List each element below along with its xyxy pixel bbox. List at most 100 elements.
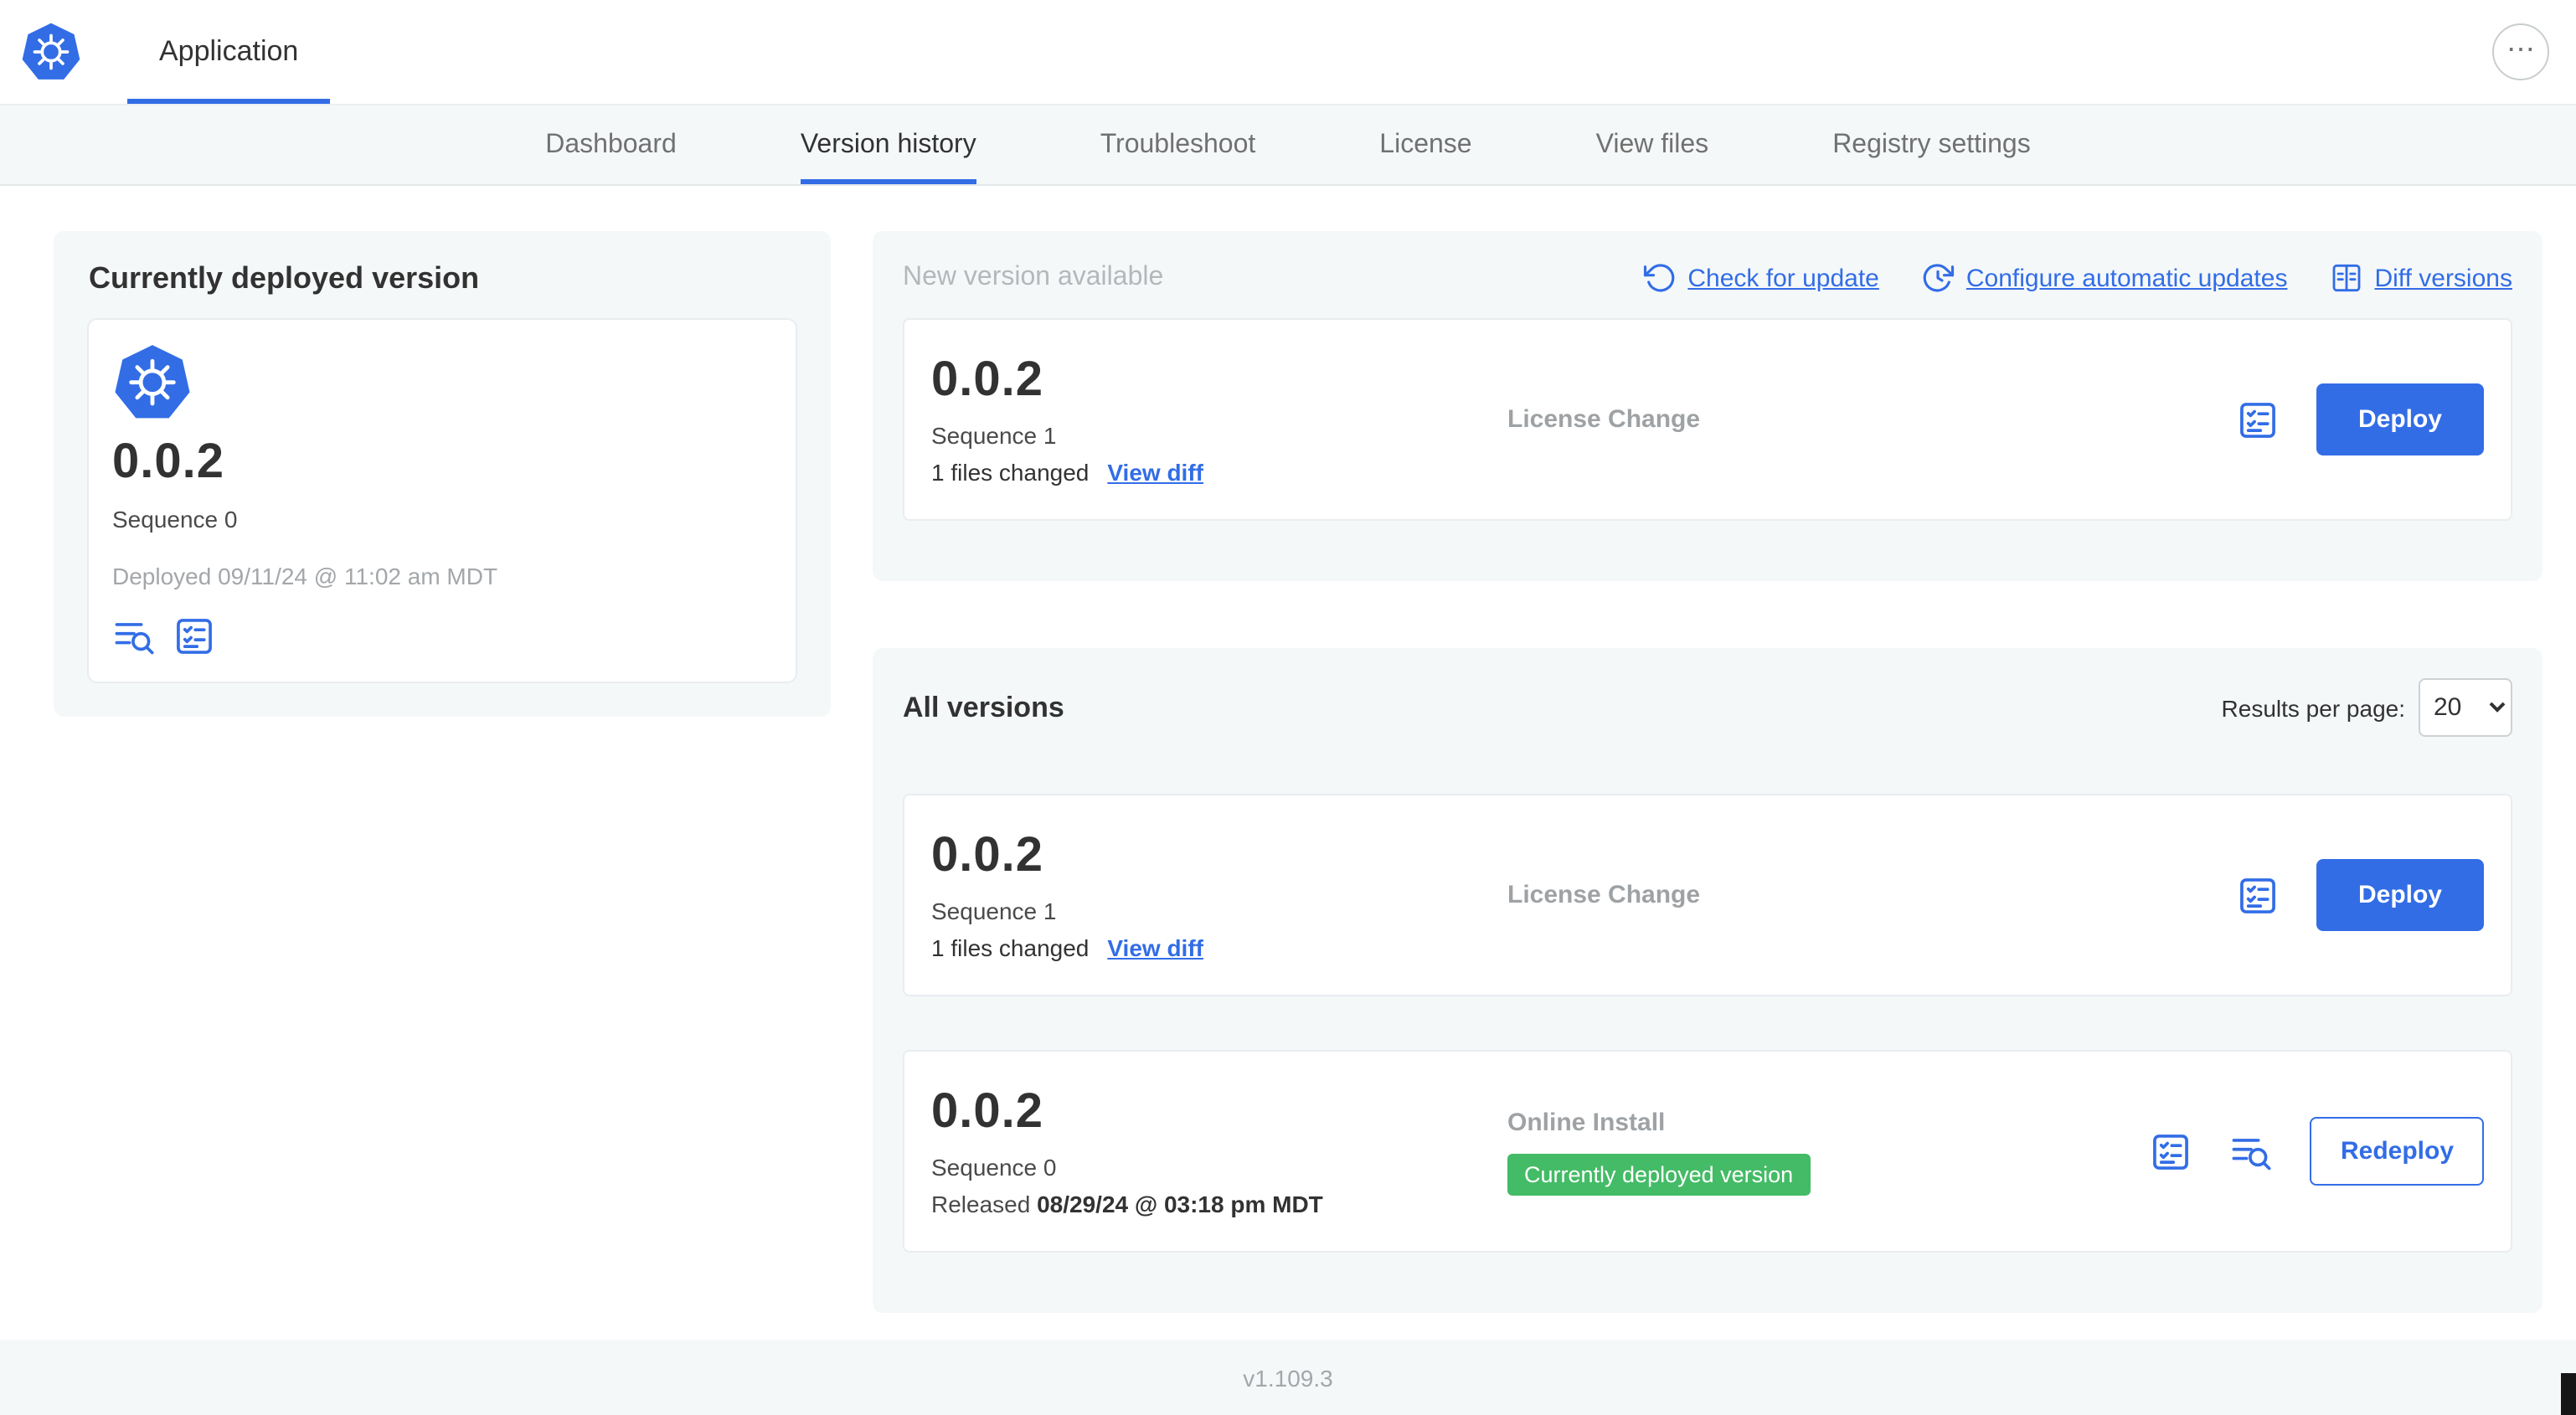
scrollbar-thumb[interactable] [2561, 1373, 2576, 1415]
all-versions-panel: All versions Results per page: 20 0.0.2 … [873, 648, 2543, 1313]
overflow-menu-button[interactable]: ⋯ [2492, 23, 2549, 80]
refresh-ccw-icon [1642, 261, 1676, 295]
released-timestamp: Released 08/29/24 @ 03:18 pm MDT [931, 1191, 1507, 1217]
released-prefix: Released [931, 1191, 1031, 1217]
redeploy-button[interactable]: Redeploy [2310, 1117, 2484, 1186]
version-meta: License Change [1507, 881, 2236, 909]
version-meta: License Change [1507, 405, 2236, 434]
release-notes-button[interactable] [2230, 1129, 2274, 1173]
version-type-label: License Change [1507, 405, 1701, 434]
version-number: 0.0.2 [931, 1085, 1043, 1139]
preflight-checklist-icon [2150, 1129, 2193, 1173]
page: Application ⋯ Dashboard Version history … [0, 0, 2576, 1415]
version-list: 0.0.2 Sequence 1 1 files changed View di… [903, 770, 2512, 1253]
kubernetes-logo-icon [112, 343, 193, 424]
all-versions-head: All versions Results per page: 20 [903, 678, 2512, 737]
current-sequence-label: Sequence 0 [112, 506, 238, 533]
sequence-label: Sequence 0 [931, 1154, 1057, 1181]
preflight-checks-button[interactable] [2236, 398, 2280, 441]
version-actions: Deploy [2236, 383, 2484, 455]
configure-automatic-updates-link[interactable]: Configure automatic updates [1921, 261, 2288, 295]
all-versions-title: All versions [903, 691, 1064, 723]
files-changed-row: 1 files changed View diff [931, 459, 1507, 486]
version-number: 0.0.2 [931, 353, 1043, 407]
preflight-checks-button[interactable] [2150, 1129, 2193, 1173]
deployed-timestamp: Deployed 09/11/24 @ 11:02 am MDT [112, 563, 498, 589]
version-info: 0.0.2 Sequence 0 Released 08/29/24 @ 03:… [931, 1085, 1507, 1217]
tab-version-history-label: Version history [800, 130, 976, 158]
tab-dashboard-label: Dashboard [545, 130, 677, 158]
new-version-panel-head: New version available Check for update C… [903, 261, 2512, 295]
new-version-title: New version available [903, 263, 1164, 291]
left-column: Currently deployed version 0.0.2 Sequenc… [54, 231, 831, 717]
kubernetes-logo-icon [20, 21, 82, 83]
version-row: 0.0.2 Sequence 0 Released 08/29/24 @ 03:… [903, 1050, 2512, 1253]
sequence-label: Sequence 1 [931, 422, 1057, 449]
tab-troubleshoot[interactable]: Troubleshoot [1100, 105, 1256, 184]
diff-icon [2329, 261, 2362, 295]
app-tab[interactable]: Application [127, 0, 331, 104]
files-changed-row: 1 files changed View diff [931, 934, 1507, 961]
tab-license[interactable]: License [1379, 105, 1471, 184]
version-row: 0.0.2 Sequence 1 1 files changed View di… [903, 794, 2512, 996]
top-bar: Application ⋯ [0, 0, 2576, 105]
diff-versions-link[interactable]: Diff versions [2329, 261, 2512, 295]
current-version-number: 0.0.2 [112, 435, 224, 489]
release-notes-icon [112, 615, 156, 658]
diff-versions-label: Diff versions [2374, 264, 2512, 292]
version-type-label: License Change [1507, 881, 1701, 909]
sequence-label: Sequence 1 [931, 898, 1057, 924]
footer: v1.109.3 [0, 1340, 2576, 1415]
release-notes-icon [2230, 1129, 2274, 1173]
check-for-update-label: Check for update [1687, 264, 1879, 292]
check-for-update-link[interactable]: Check for update [1642, 261, 1879, 295]
app-subnav: Dashboard Version history Troubleshoot L… [0, 105, 2576, 186]
update-actions: Check for update Configure automatic upd… [1642, 261, 2512, 295]
results-per-page-select[interactable]: 20 [2419, 678, 2512, 737]
version-meta: Online Install Currently deployed versio… [1507, 1108, 2150, 1195]
tab-view-files[interactable]: View files [1596, 105, 1709, 184]
tab-registry-settings[interactable]: Registry settings [1832, 105, 2031, 184]
version-type-label: Online Install [1507, 1108, 1666, 1136]
app-tab-label: Application [159, 35, 299, 67]
version-actions: Deploy [2236, 859, 2484, 931]
new-version-card: 0.0.2 Sequence 1 1 files changed View di… [903, 318, 2512, 521]
deploy-button[interactable]: Deploy [2316, 383, 2484, 455]
files-changed-label: 1 files changed [931, 934, 1090, 961]
tab-license-label: License [1379, 130, 1472, 158]
ellipsis-icon: ⋯ [2506, 33, 2535, 64]
new-version-panel: New version available Check for update C… [873, 231, 2543, 581]
preflight-checklist-icon [173, 615, 216, 658]
version-number: 0.0.2 [931, 829, 1043, 882]
tab-dashboard[interactable]: Dashboard [545, 105, 677, 184]
version-actions: Redeploy [2150, 1117, 2484, 1186]
app-logo [20, 0, 82, 104]
right-column: New version available Check for update C… [873, 231, 2543, 1313]
preflight-checks-button[interactable] [173, 615, 216, 658]
release-notes-button[interactable] [112, 615, 156, 658]
main-content: Currently deployed version 0.0.2 Sequenc… [0, 186, 2576, 1340]
preflight-checklist-icon [2236, 398, 2280, 441]
results-per-page-label: Results per page: [2221, 694, 2405, 721]
tab-registry-settings-label: Registry settings [1832, 130, 2031, 158]
current-version-card: 0.0.2 Sequence 0 Deployed 09/11/24 @ 11:… [87, 318, 797, 683]
version-info: 0.0.2 Sequence 1 1 files changed View di… [931, 829, 1507, 961]
view-diff-link[interactable]: View diff [1107, 934, 1203, 961]
clock-refresh-icon [1921, 261, 1955, 295]
currently-deployed-panel: Currently deployed version 0.0.2 Sequenc… [54, 231, 831, 717]
configure-automatic-updates-label: Configure automatic updates [1965, 264, 2288, 292]
preflight-checks-button[interactable] [2236, 873, 2280, 917]
version-info: 0.0.2 Sequence 1 1 files changed View di… [931, 353, 1507, 486]
admin-console-version: v1.109.3 [1243, 1364, 1333, 1391]
currently-deployed-title: Currently deployed version [89, 261, 480, 295]
tab-troubleshoot-label: Troubleshoot [1100, 130, 1256, 158]
files-changed-label: 1 files changed [931, 459, 1090, 486]
current-version-actions [112, 615, 772, 658]
released-date: 08/29/24 @ 03:18 pm MDT [1037, 1191, 1323, 1217]
currently-deployed-badge: Currently deployed version [1507, 1153, 1811, 1195]
view-diff-link[interactable]: View diff [1107, 459, 1203, 486]
results-per-page: Results per page: 20 [2222, 678, 2512, 737]
tab-version-history[interactable]: Version history [800, 105, 976, 184]
deploy-button[interactable]: Deploy [2316, 859, 2484, 931]
